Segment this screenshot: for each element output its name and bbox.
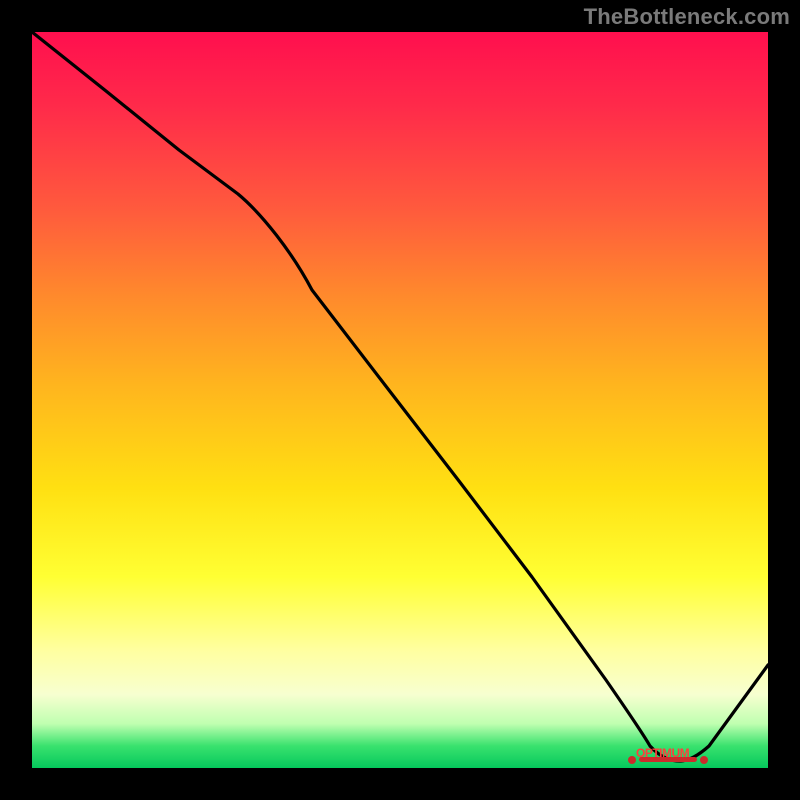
curve-path [32, 32, 768, 761]
watermark-text: TheBottleneck.com [584, 4, 790, 30]
plot-area: OPTIMUM [32, 32, 768, 768]
optimum-label: OPTIMUM [636, 746, 689, 760]
line-chart-svg [32, 32, 768, 768]
chart-frame: TheBottleneck.com OPTIMUM [0, 0, 800, 800]
